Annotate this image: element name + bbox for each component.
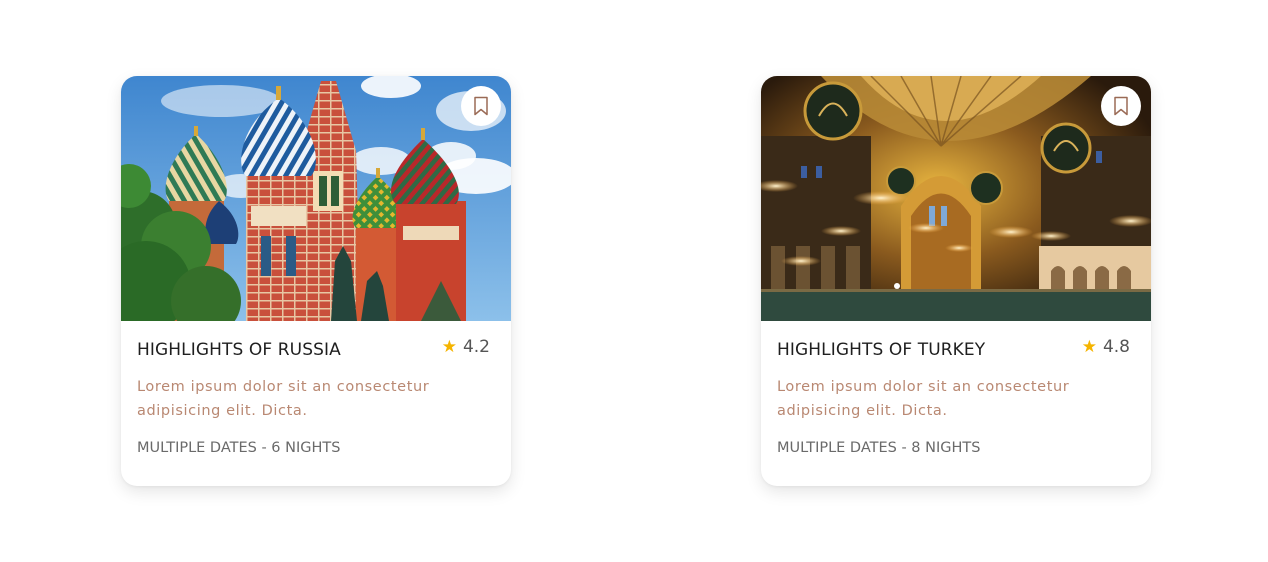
rating: ★ 4.8 [1082,339,1130,356]
rating-value: 4.8 [1102,337,1130,357]
tour-description: Lorem ipsum dolor sit an consectetur adi… [137,379,430,419]
tour-dates: MULTIPLE DATES - 8 NIGHTS [777,440,981,456]
bookmark-icon [474,96,488,116]
tour-photo-russia [121,76,511,321]
tour-dates: MULTIPLE DATES - 6 NIGHTS [137,440,341,456]
tour-title: HIGHLIGHTS OF TURKEY [777,340,986,360]
tour-description: Lorem ipsum dolor sit an consectetur adi… [777,379,1070,419]
rating: ★ 4.2 [442,339,490,356]
tour-card-russia[interactable]: HIGHLIGHTS OF RUSSIA ★ 4.2 Lorem ipsum d… [121,76,511,486]
star-icon: ★ [1081,337,1097,357]
bookmark-button[interactable] [1101,86,1141,126]
tour-title: HIGHLIGHTS OF RUSSIA [137,340,341,360]
bookmark-button[interactable] [461,86,501,126]
star-icon: ★ [441,337,457,357]
tour-photo-turkey [761,76,1151,321]
bookmark-icon [1114,96,1128,116]
rating-value: 4.2 [462,337,490,357]
tour-card-turkey[interactable]: HIGHLIGHTS OF TURKEY ★ 4.8 Lorem ipsum d… [761,76,1151,486]
